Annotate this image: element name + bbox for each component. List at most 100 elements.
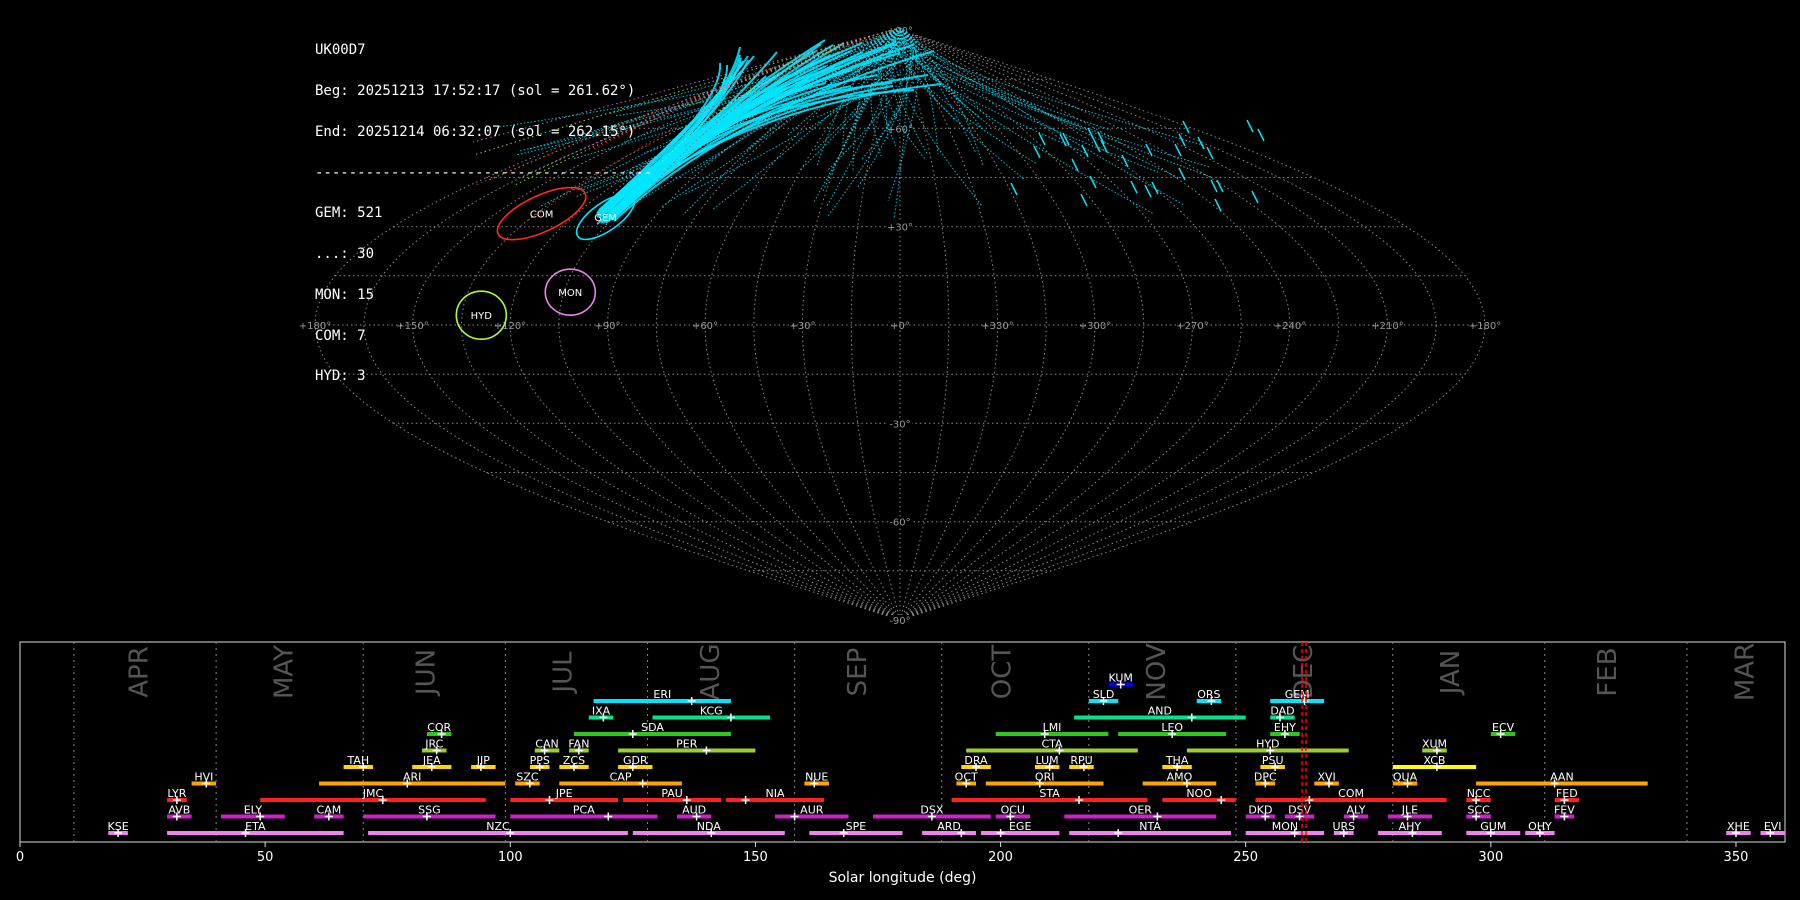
x-tick-label: 200 xyxy=(988,850,1013,865)
x-tick-label: 350 xyxy=(1724,850,1749,865)
station-id: UK00D7 xyxy=(315,42,366,59)
shower-label-kse: KSE xyxy=(108,820,129,833)
shower-label-hyd: HYD xyxy=(1256,738,1279,751)
shower-label-lmi: LMI xyxy=(1043,721,1062,734)
shower-label-dkd: DKD xyxy=(1248,804,1272,817)
gem-track xyxy=(603,83,942,220)
separator: ---------------------------------------- xyxy=(315,164,653,181)
shower-label-ixa: IXA xyxy=(592,705,611,718)
shower-label-jmc: JMC xyxy=(362,787,384,800)
lon-tick-label: +300° xyxy=(1079,321,1111,332)
begin-time: Beg: 20251213 17:52:17 (sol = 261.62°) xyxy=(315,82,636,99)
shower-label-gum: GUM xyxy=(1480,820,1506,833)
shower-label-zcs: ZCS xyxy=(563,754,585,767)
x-tick-label: 300 xyxy=(1478,850,1503,865)
track-segment xyxy=(1206,146,1214,160)
month-label-jun: JUN xyxy=(411,649,441,697)
lon-tick-label: +30° xyxy=(789,321,815,332)
meteor-track xyxy=(892,27,1161,174)
shower-label-nue: NUE xyxy=(805,771,828,784)
shower-label-per: PER xyxy=(676,738,698,751)
shower-label-sld: SLD xyxy=(1093,688,1115,701)
meteor-track xyxy=(899,27,1185,206)
shower-label-ors: ORS xyxy=(1197,688,1220,701)
month-label-mar: MAR xyxy=(1730,643,1760,701)
shower-label-amo: AMO xyxy=(1167,771,1193,784)
shower-label-eri: ERI xyxy=(653,688,671,701)
shower-label-eta: ETA xyxy=(245,820,266,833)
lat-tick-label: -60° xyxy=(889,518,910,529)
station-info: UK00D7 Beg: 20251213 17:52:17 (sol = 261… xyxy=(315,17,652,398)
shower-label-tah: TAH xyxy=(346,754,369,767)
shower-label-ard: ARD xyxy=(937,820,961,833)
x-tick-label: 100 xyxy=(498,850,523,865)
shower-label-kum: KUM xyxy=(1108,672,1132,685)
track-segment xyxy=(1038,132,1046,146)
shower-label-tha: THA xyxy=(1165,754,1189,767)
shower-label-oct: OCT xyxy=(955,771,978,784)
shower-label-nia: NIA xyxy=(766,787,785,800)
shower-label-szc: SZC xyxy=(516,771,539,784)
lon-tick-label: +60° xyxy=(692,321,718,332)
shower-label-ari: ARI xyxy=(403,771,421,784)
shower-label-aud: AUD xyxy=(682,804,706,817)
track-segment xyxy=(1144,184,1152,198)
shower-label-leo: LEO xyxy=(1161,721,1183,734)
count-mon: MON: 15 xyxy=(315,286,375,303)
shower-label-jpe: JPE xyxy=(555,787,573,800)
lon-tick-label: +240° xyxy=(1274,321,1306,332)
track-segment xyxy=(1251,190,1259,204)
shower-label-dpc: DPC xyxy=(1254,771,1277,784)
shower-label-dra: DRA xyxy=(964,754,988,767)
shower-label-and: AND xyxy=(1148,705,1172,718)
x-tick-label: 150 xyxy=(743,850,768,865)
lat-tick-label: -90° xyxy=(889,616,910,627)
shower-label-aan: AAN xyxy=(1550,771,1574,784)
shower-label-com: COM xyxy=(1338,787,1364,800)
shower-label-ohy: OHY xyxy=(1528,820,1552,833)
shower-label-ahy: AHY xyxy=(1399,820,1422,833)
track-segment xyxy=(1121,154,1129,168)
shower-label-sta: STA xyxy=(1039,787,1060,800)
track-segment xyxy=(1130,180,1138,194)
shower-label-xvi: XVI xyxy=(1317,771,1335,784)
meteor-track xyxy=(898,27,1155,215)
lon-tick-label: +180° xyxy=(1469,321,1501,332)
shower-label-ecv: ECV xyxy=(1492,721,1515,734)
shower-label-nda: NDA xyxy=(697,820,722,833)
count-gem: GEM: 521 xyxy=(315,205,383,222)
month-label-oct: OCT xyxy=(988,645,1018,700)
shower-label-ege: EGE xyxy=(1009,820,1031,833)
shower-label-fed: FED xyxy=(1556,787,1578,800)
shower-label-sda: SDA xyxy=(641,721,664,734)
track-segment xyxy=(1071,158,1079,172)
x-tick-label: 0 xyxy=(16,850,24,865)
track-segment xyxy=(1257,128,1265,142)
shower-label-cta: CTA xyxy=(1041,738,1063,751)
track-segment xyxy=(1182,120,1190,134)
track-segment xyxy=(1151,181,1159,195)
shower-label-xcb: XCB xyxy=(1424,754,1446,767)
lon-tick-label: +270° xyxy=(1176,321,1208,332)
count-sporadic: ...: 30 xyxy=(315,246,375,263)
track-segment xyxy=(1080,193,1088,207)
month-label-apr: APR xyxy=(125,646,155,698)
x-axis-label: Solar longitude (deg) xyxy=(829,870,977,886)
shower-label-cor: COR xyxy=(427,721,451,734)
shower-label-rpu: RPU xyxy=(1070,754,1092,767)
shower-label-hvi: HVI xyxy=(194,771,213,784)
track-segment xyxy=(1174,143,1182,157)
shower-label-ely: ELY xyxy=(244,804,263,817)
shower-label-dsv: DSV xyxy=(1288,804,1311,817)
shower-timeline: APR MAY JUN JUL AUG SEP OCT NOV DEC JAN FEB MARKUME… xyxy=(16,641,1786,886)
lon-tick-label: +330° xyxy=(981,321,1013,332)
shower-label-pca: PCA xyxy=(573,804,595,817)
shower-label-jea: JEA xyxy=(422,754,441,767)
shower-label-can: CAN xyxy=(535,738,558,751)
shower-label-ehy: EHY xyxy=(1274,721,1296,734)
shower-label-pau: PAU xyxy=(661,787,683,800)
shower-label-fan: FAN xyxy=(568,738,589,751)
count-com: COM: 7 xyxy=(315,327,366,344)
x-tick-label: 50 xyxy=(257,850,274,865)
track-segment xyxy=(1093,139,1101,153)
